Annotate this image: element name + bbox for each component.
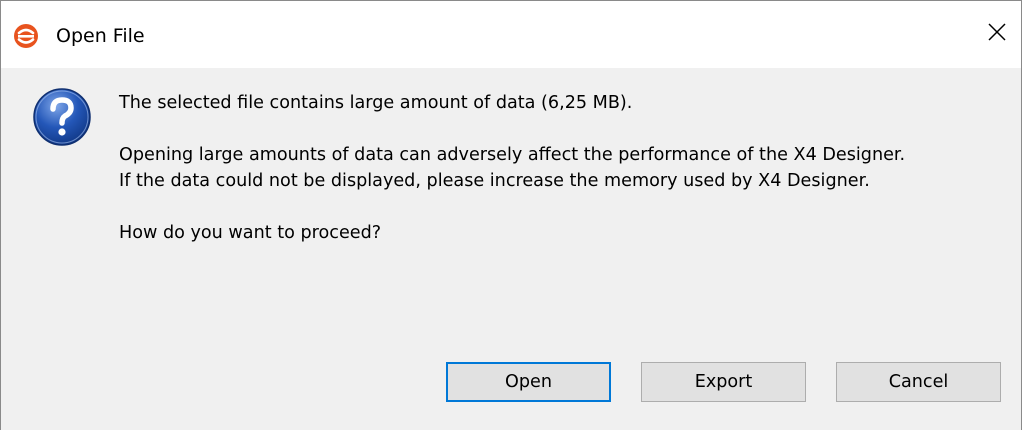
- open-button[interactable]: Open: [446, 362, 611, 402]
- open-file-dialog: Open File The selected file contains lar…: [0, 0, 1022, 430]
- message-text: The selected file contains large amount …: [119, 90, 1009, 246]
- close-button[interactable]: [973, 9, 1021, 59]
- dialog-title: Open File: [56, 25, 145, 47]
- title-bar[interactable]: Open File: [1, 1, 1021, 68]
- dialog-content: The selected file contains large amount …: [1, 68, 1021, 430]
- message-line-question: How do you want to proceed?: [119, 223, 382, 243]
- message-line-performance: Opening large amounts of data can advers…: [119, 145, 906, 165]
- app-logo-icon: [13, 23, 39, 49]
- close-icon: [987, 22, 1007, 46]
- question-icon: [31, 86, 93, 148]
- message-line-file-size: The selected file contains large amount …: [119, 93, 633, 113]
- cancel-button[interactable]: Cancel: [836, 362, 1001, 402]
- export-button[interactable]: Export: [641, 362, 806, 402]
- message-line-memory: If the data could not be displayed, plea…: [119, 171, 870, 191]
